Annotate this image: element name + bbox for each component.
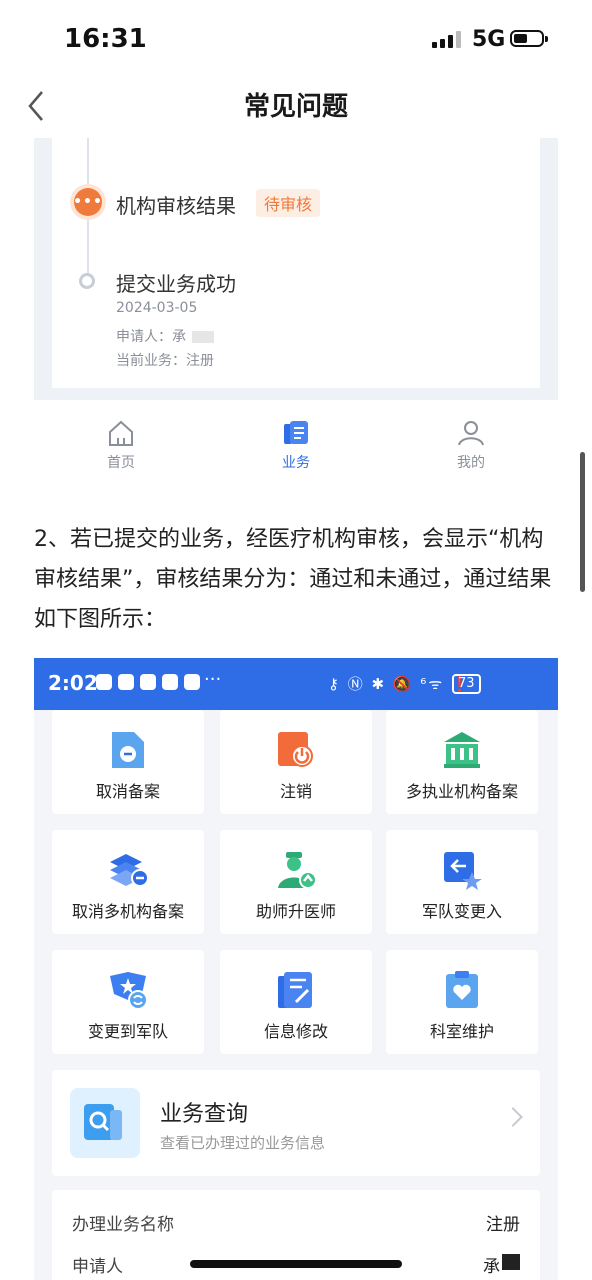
business-value: 注册: [186, 353, 214, 369]
query-icon: [70, 1088, 140, 1158]
inner-battery: 73: [452, 674, 481, 694]
tab-mine-label: 我的: [457, 455, 485, 471]
timeline-date: 2024-03-05: [116, 300, 198, 316]
status-badge: 待审核: [256, 189, 321, 217]
tab-mine[interactable]: 我的: [421, 418, 521, 472]
grid-item-to-military[interactable]: 变更到军队: [52, 950, 204, 1054]
edit-info-icon: [274, 968, 318, 1012]
timeline-applicant: 申请人：承: [116, 326, 214, 346]
tab-home-label: 首页: [107, 455, 135, 471]
grid-item-military-in[interactable]: 军队变更入: [386, 830, 538, 934]
business-icon: [281, 418, 311, 448]
info-row: 办理业务名称 注册: [72, 1210, 520, 1235]
tab-business[interactable]: 业务: [246, 418, 346, 472]
grid-item-deregister[interactable]: 注销: [220, 710, 372, 814]
grid-label: 变更到军队: [87, 1022, 168, 1041]
doctor-upgrade-icon: [274, 848, 318, 892]
department-icon: [440, 968, 484, 1012]
grid-item-multi-institution[interactable]: 多执业机构备案: [386, 710, 538, 814]
cancel-multi-icon: [106, 848, 150, 892]
info-value: 注册: [486, 1215, 520, 1235]
timeline-dot-icon: [79, 273, 95, 289]
query-subtitle: 查看已办理过的业务信息: [160, 1134, 326, 1152]
screenshot-timeline: ••• 机构审核结果 待审核 提交业务成功 2024-03-05 申请人：承 当…: [34, 138, 558, 490]
grid-label: 军队变更入: [421, 902, 502, 921]
info-label: 申请人: [72, 1257, 123, 1277]
tab-bar: 首页 业务 我的: [34, 400, 558, 490]
grid-label: 取消多机构备案: [71, 902, 184, 921]
chevron-right-icon: [503, 1107, 523, 1127]
applicant-value: 承: [172, 329, 186, 345]
to-military-icon: [106, 968, 150, 1012]
grid-item-department[interactable]: 科室维护: [386, 950, 538, 1054]
grid-label: 科室维护: [429, 1022, 494, 1041]
signal-icon: [432, 30, 461, 48]
grid-label: 多执业机构备案: [405, 782, 518, 801]
home-indicator[interactable]: [190, 1260, 402, 1268]
grid-item-edit-info[interactable]: 信息修改: [220, 950, 372, 1054]
applicant-label: 申请人：: [116, 329, 172, 345]
timeline-business: 当前业务：注册: [116, 350, 214, 370]
timeline-active-dot-icon: •••: [73, 188, 102, 216]
redaction: [502, 1254, 520, 1270]
info-value: 承: [483, 1257, 500, 1277]
tab-business-label: 业务: [282, 455, 310, 471]
grid-label: 注销: [279, 782, 312, 801]
query-title: 业务查询: [160, 1102, 249, 1127]
battery-icon: [510, 30, 548, 47]
grid-item-doctor-upgrade[interactable]: 助师升医师: [220, 830, 372, 934]
institution-icon: [440, 728, 484, 772]
timeline-step1-title: 机构审核结果: [116, 194, 236, 218]
grid-label: 取消备案: [95, 782, 160, 801]
faq-paragraph: 2、若已提交的业务，经医疗机构审核，会显示“机构审核结果”，审核结果分为：通过和…: [34, 527, 552, 632]
grid-item-cancel-multi[interactable]: 取消多机构备案: [52, 830, 204, 934]
grid-label: 助师升医师: [255, 902, 336, 921]
grid-item-cancel-filing[interactable]: 取消备案: [52, 710, 204, 814]
more-dots: ···: [204, 669, 222, 690]
business-query-card[interactable]: 业务查询 查看已办理过的业务信息: [52, 1070, 540, 1176]
timeline-step2-title: 提交业务成功: [116, 272, 236, 296]
screenshot-business-menu: 2:02 ··· ⚷ Ⓝ ✱ 🔕 ⁶ᯤ ❗ 73 取消备案 注销 多执业机构备案…: [34, 658, 558, 1280]
page-title: 常见问题: [243, 92, 348, 122]
deregister-icon: [274, 728, 318, 772]
military-in-icon: [440, 848, 484, 892]
business-label: 当前业务：: [116, 353, 186, 369]
inner-status-bar: 2:02 ··· ⚷ Ⓝ ✱ 🔕 ⁶ᯤ ❗ 73: [34, 658, 558, 710]
inner-status-time: 2:02: [48, 671, 98, 695]
scrollbar[interactable]: [580, 452, 585, 592]
notification-icons: [96, 674, 200, 690]
redaction: [192, 331, 214, 343]
system-icons: ⚷ Ⓝ ✱ 🔕 ⁶ᯤ ❗: [328, 675, 472, 693]
home-icon: [106, 418, 136, 448]
network-type: 5G: [472, 27, 506, 52]
tab-home[interactable]: 首页: [71, 418, 171, 472]
status-time: 16:31: [64, 24, 147, 54]
cancel-filing-icon: [106, 728, 150, 772]
info-label: 办理业务名称: [72, 1215, 174, 1235]
grid-label: 信息修改: [263, 1022, 328, 1041]
user-icon: [456, 418, 486, 448]
timeline-card: ••• 机构审核结果 待审核 提交业务成功 2024-03-05 申请人：承 当…: [52, 138, 540, 388]
